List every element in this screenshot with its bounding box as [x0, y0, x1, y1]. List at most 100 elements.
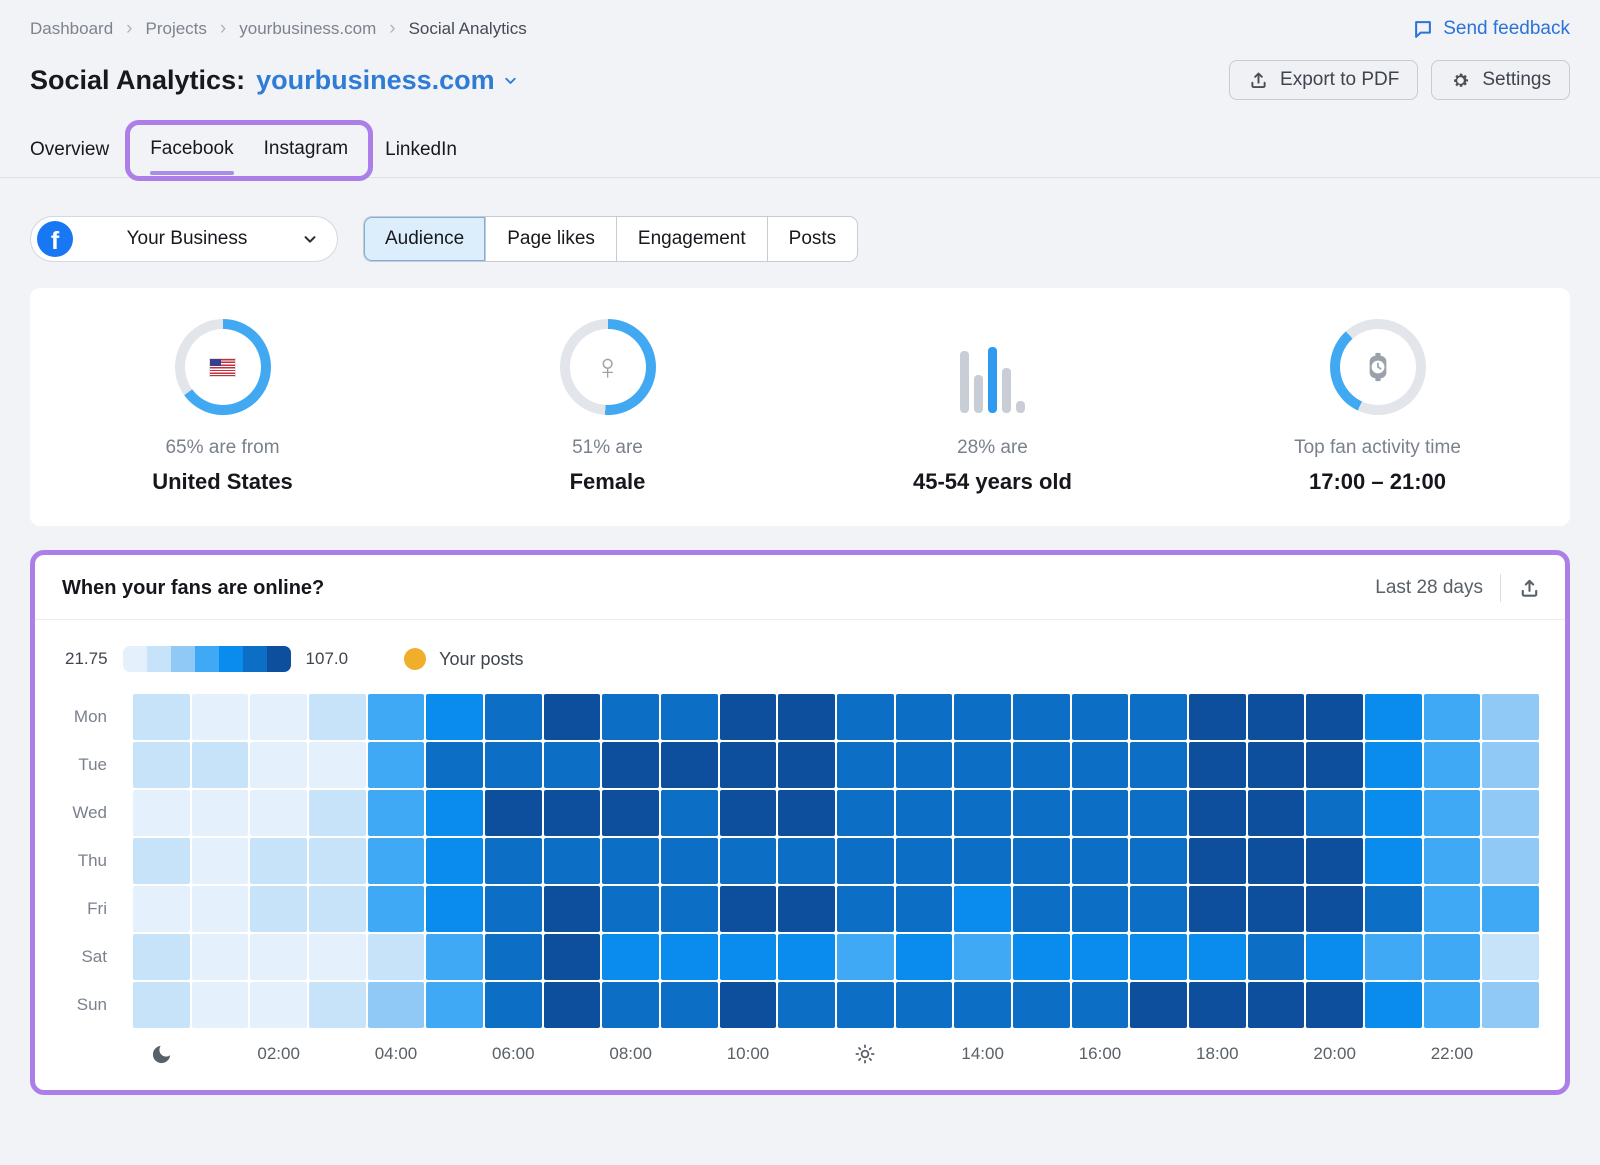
heatmap-cell-mon-22:00[interactable] — [1424, 694, 1481, 740]
heatmap-cell-thu-18:00[interactable] — [1189, 838, 1246, 884]
heatmap-cell-wed-09:00[interactable] — [661, 790, 718, 836]
settings-button[interactable]: Settings — [1431, 60, 1570, 100]
heatmap-cell-tue-22:00[interactable] — [1424, 742, 1481, 788]
heatmap-cell-mon-15:00[interactable] — [1013, 694, 1070, 740]
heatmap-cell-wed-00:00[interactable] — [133, 790, 190, 836]
heatmap-cell-sun-06:00[interactable] — [485, 982, 542, 1028]
heatmap-cell-fri-17:00[interactable] — [1130, 886, 1187, 932]
heatmap-cell-fri-11:00[interactable] — [778, 886, 835, 932]
heatmap-cell-fri-08:00[interactable] — [602, 886, 659, 932]
heatmap-cell-mon-01:00[interactable] — [192, 694, 249, 740]
heatmap-cell-sun-21:00[interactable] — [1365, 982, 1422, 1028]
heatmap-cell-sat-20:00[interactable] — [1306, 934, 1363, 980]
heatmap-cell-mon-17:00[interactable] — [1130, 694, 1187, 740]
heatmap-cell-wed-10:00[interactable] — [720, 790, 777, 836]
heatmap-cell-fri-01:00[interactable] — [192, 886, 249, 932]
heatmap-cell-tue-06:00[interactable] — [485, 742, 542, 788]
heatmap-cell-sat-05:00[interactable] — [426, 934, 483, 980]
heatmap-cell-tue-13:00[interactable] — [896, 742, 953, 788]
heatmap-cell-thu-16:00[interactable] — [1072, 838, 1129, 884]
heatmap-cell-thu-13:00[interactable] — [896, 838, 953, 884]
heatmap-cell-fri-03:00[interactable] — [309, 886, 366, 932]
heatmap-cell-sun-03:00[interactable] — [309, 982, 366, 1028]
heatmap-cell-mon-19:00[interactable] — [1248, 694, 1305, 740]
heatmap-cell-wed-22:00[interactable] — [1424, 790, 1481, 836]
tab-overview[interactable]: Overview — [30, 139, 109, 161]
heatmap-cell-sun-10:00[interactable] — [720, 982, 777, 1028]
heatmap-cell-thu-21:00[interactable] — [1365, 838, 1422, 884]
heatmap-cell-fri-15:00[interactable] — [1013, 886, 1070, 932]
heatmap-cell-thu-14:00[interactable] — [954, 838, 1011, 884]
heatmap-cell-sun-09:00[interactable] — [661, 982, 718, 1028]
heatmap-cell-thu-07:00[interactable] — [544, 838, 601, 884]
heatmap-cell-thu-05:00[interactable] — [426, 838, 483, 884]
heatmap-cell-mon-05:00[interactable] — [426, 694, 483, 740]
heatmap-cell-sun-22:00[interactable] — [1424, 982, 1481, 1028]
heatmap-cell-sun-08:00[interactable] — [602, 982, 659, 1028]
heatmap-cell-fri-07:00[interactable] — [544, 886, 601, 932]
heatmap-cell-sat-21:00[interactable] — [1365, 934, 1422, 980]
heatmap-cell-thu-22:00[interactable] — [1424, 838, 1481, 884]
heatmap-cell-sat-00:00[interactable] — [133, 934, 190, 980]
heatmap-cell-sun-20:00[interactable] — [1306, 982, 1363, 1028]
heatmap-cell-wed-08:00[interactable] — [602, 790, 659, 836]
heatmap-cell-mon-12:00[interactable] — [837, 694, 894, 740]
heatmap-cell-fri-09:00[interactable] — [661, 886, 718, 932]
heatmap-cell-sat-11:00[interactable] — [778, 934, 835, 980]
tab-instagram[interactable]: Instagram — [264, 138, 348, 160]
heatmap-cell-mon-11:00[interactable] — [778, 694, 835, 740]
heatmap-cell-sat-02:00[interactable] — [250, 934, 307, 980]
heatmap-cell-sun-23:00[interactable] — [1482, 982, 1539, 1028]
heatmap-cell-tue-20:00[interactable] — [1306, 742, 1363, 788]
heatmap-cell-mon-21:00[interactable] — [1365, 694, 1422, 740]
tab-linkedin[interactable]: LinkedIn — [385, 139, 457, 161]
heatmap-cell-fri-18:00[interactable] — [1189, 886, 1246, 932]
heatmap-cell-tue-17:00[interactable] — [1130, 742, 1187, 788]
heatmap-cell-fri-06:00[interactable] — [485, 886, 542, 932]
heatmap-cell-fri-16:00[interactable] — [1072, 886, 1129, 932]
heatmap-cell-thu-12:00[interactable] — [837, 838, 894, 884]
breadcrumb-projects[interactable]: Projects — [146, 19, 207, 39]
tab-facebook[interactable]: Facebook — [150, 138, 233, 160]
heatmap-cell-tue-10:00[interactable] — [720, 742, 777, 788]
heatmap-cell-thu-20:00[interactable] — [1306, 838, 1363, 884]
heatmap-cell-tue-09:00[interactable] — [661, 742, 718, 788]
breadcrumb-dashboard[interactable]: Dashboard — [30, 19, 113, 39]
heatmap-cell-thu-10:00[interactable] — [720, 838, 777, 884]
heatmap-cell-sat-16:00[interactable] — [1072, 934, 1129, 980]
heatmap-cell-sat-06:00[interactable] — [485, 934, 542, 980]
heatmap-cell-sun-14:00[interactable] — [954, 982, 1011, 1028]
heatmap-cell-thu-17:00[interactable] — [1130, 838, 1187, 884]
heatmap-cell-sun-18:00[interactable] — [1189, 982, 1246, 1028]
heatmap-cell-sat-15:00[interactable] — [1013, 934, 1070, 980]
breadcrumb-project-domain[interactable]: yourbusiness.com — [239, 19, 376, 39]
heatmap-cell-tue-21:00[interactable] — [1365, 742, 1422, 788]
heatmap-cell-mon-14:00[interactable] — [954, 694, 1011, 740]
heatmap-cell-fri-13:00[interactable] — [896, 886, 953, 932]
heatmap-cell-mon-09:00[interactable] — [661, 694, 718, 740]
project-selector[interactable]: yourbusiness.com — [256, 65, 519, 96]
heatmap-cell-fri-10:00[interactable] — [720, 886, 777, 932]
heatmap-cell-mon-10:00[interactable] — [720, 694, 777, 740]
heatmap-cell-tue-19:00[interactable] — [1248, 742, 1305, 788]
heatmap-cell-mon-06:00[interactable] — [485, 694, 542, 740]
heatmap-cell-fri-22:00[interactable] — [1424, 886, 1481, 932]
heatmap-cell-mon-23:00[interactable] — [1482, 694, 1539, 740]
heatmap-cell-wed-19:00[interactable] — [1248, 790, 1305, 836]
heatmap-cell-mon-07:00[interactable] — [544, 694, 601, 740]
export-chart-button[interactable] — [1518, 577, 1541, 600]
heatmap-cell-tue-18:00[interactable] — [1189, 742, 1246, 788]
heatmap-cell-tue-23:00[interactable] — [1482, 742, 1539, 788]
heatmap-cell-tue-07:00[interactable] — [544, 742, 601, 788]
heatmap-cell-tue-16:00[interactable] — [1072, 742, 1129, 788]
heatmap-cell-fri-05:00[interactable] — [426, 886, 483, 932]
heatmap-cell-tue-04:00[interactable] — [368, 742, 425, 788]
heatmap-cell-wed-13:00[interactable] — [896, 790, 953, 836]
heatmap-cell-fri-19:00[interactable] — [1248, 886, 1305, 932]
heatmap-cell-sun-16:00[interactable] — [1072, 982, 1129, 1028]
heatmap-cell-sun-11:00[interactable] — [778, 982, 835, 1028]
heatmap-cell-mon-00:00[interactable] — [133, 694, 190, 740]
heatmap-cell-mon-16:00[interactable] — [1072, 694, 1129, 740]
heatmap-cell-wed-12:00[interactable] — [837, 790, 894, 836]
heatmap-cell-mon-13:00[interactable] — [896, 694, 953, 740]
